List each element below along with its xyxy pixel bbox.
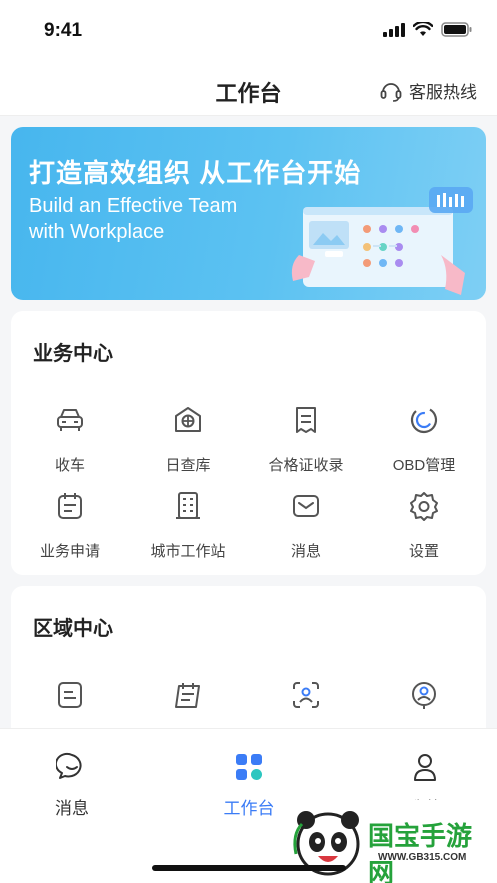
business-center-title: 业务中心 (33, 343, 113, 365)
business-center-card: 业务中心 收车 日查库 合格证收录 OBD管理 业务申请 城市工作站 消息 设置 (11, 311, 486, 575)
grid-item-label: 设置 (408, 543, 439, 560)
car-icon (57, 409, 83, 431)
calendar-form-icon (58, 493, 82, 519)
building-icon (176, 492, 200, 519)
home-indicator (152, 865, 346, 871)
clipboard-icon (175, 683, 200, 708)
grid-item-city-station[interactable]: 城市工作站 (129, 489, 247, 561)
grid-item-receive-car[interactable]: 收车 (11, 403, 129, 475)
grid-item-certificate[interactable]: 合格证收录 (247, 403, 365, 475)
headset-icon (380, 82, 402, 102)
region-grid-item[interactable] (365, 678, 483, 717)
grid-item-messages[interactable]: 消息 (247, 489, 365, 561)
grid-item-label: 业务申请 (39, 543, 100, 560)
service-hotline-label: 客服热线 (409, 83, 477, 102)
banner-subtitle-line1: Build an Effective Team (29, 195, 238, 217)
gear-icon (410, 492, 438, 521)
signal-icon (383, 22, 405, 37)
user-icon (414, 754, 436, 781)
obd-gauge-icon (410, 406, 438, 434)
banner-illustration (291, 187, 473, 295)
certificate-icon (296, 407, 316, 433)
grid-item-label: OBD管理 (392, 457, 456, 474)
grid-item-obd[interactable]: OBD管理 (365, 403, 483, 475)
battery-icon (441, 22, 472, 37)
grid-item-settings[interactable]: 设置 (365, 489, 483, 561)
wifi-icon (413, 22, 433, 36)
status-bar: 9:41 (0, 0, 497, 64)
warehouse-icon (175, 407, 201, 432)
chat-icon (54, 752, 82, 779)
document-icon (58, 682, 82, 708)
banner-subtitle-line2: with Workplace (29, 221, 165, 243)
status-time: 9:41 (44, 20, 83, 41)
banner-subtitle: Build an Effective Team with Workplace (29, 193, 309, 245)
grid-icon (236, 754, 262, 780)
region-center-card: 区域中心 (11, 586, 486, 746)
region-grid-item[interactable] (129, 678, 247, 717)
watermark-url: WWW.GB315.COM (378, 852, 467, 863)
region-center-title: 区域中心 (33, 618, 113, 640)
grid-item-label: 消息 (290, 543, 321, 560)
service-hotline-button[interactable]: 客服热线 (379, 78, 477, 103)
face-scan-icon (293, 682, 319, 708)
navigation-bar: 工作台 客服热线 (0, 64, 497, 116)
promo-banner[interactable]: 打造高效组织 从工作台开始 Build an Effective Team wi… (11, 127, 486, 300)
grid-item-label: 收车 (54, 457, 85, 474)
tab-messages-label: 消息 (55, 799, 89, 818)
region-grid-item[interactable] (247, 678, 365, 717)
grid-item-label: 城市工作站 (150, 543, 226, 560)
grid-item-daily-inventory[interactable]: 日查库 (129, 403, 247, 475)
grid-item-business-apply[interactable]: 业务申请 (11, 489, 129, 561)
tab-messages[interactable]: 消息 (12, 751, 132, 819)
mail-icon (293, 495, 319, 517)
grid-item-label: 日查库 (165, 457, 211, 474)
grid-item-label: 合格证收录 (268, 457, 344, 474)
location-person-icon (412, 682, 436, 709)
status-icons (383, 22, 473, 37)
region-grid-item[interactable] (11, 678, 129, 717)
watermark-brand: 国宝手游网 (368, 821, 473, 883)
